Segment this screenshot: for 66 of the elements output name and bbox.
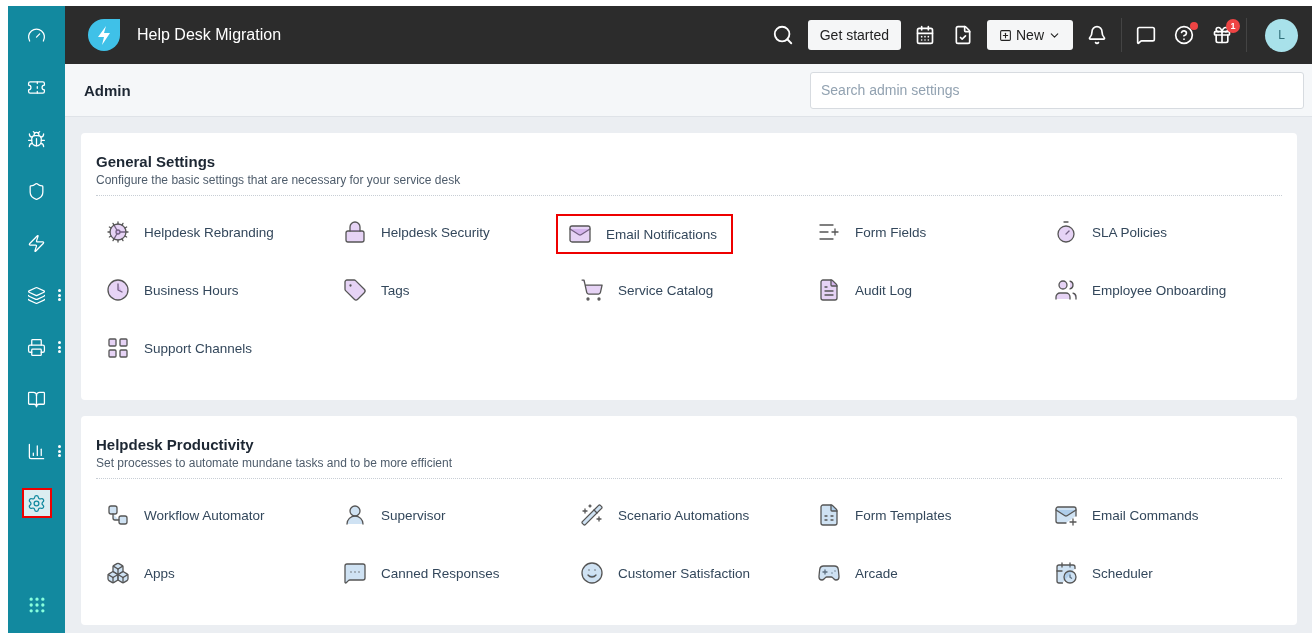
settings-link[interactable]: Helpdesk Rebranding xyxy=(96,214,274,250)
settings-link[interactable]: Service Catalog xyxy=(570,272,714,308)
section-subtitle: Configure the basic settings that are necessary for your service desk xyxy=(96,173,1282,196)
document-icon xyxy=(817,278,841,302)
section-subtitle: Set processes to automate mundane tasks and to be more efficient xyxy=(96,456,1282,479)
lock-icon xyxy=(343,220,367,244)
notification-badge: 1 xyxy=(1226,19,1240,33)
shield-icon xyxy=(27,181,46,201)
new-button[interactable]: New xyxy=(987,20,1073,50)
gear-icon xyxy=(106,220,130,244)
more-icon[interactable] xyxy=(58,289,61,301)
window-grid-icon xyxy=(106,336,130,360)
settings-link[interactable]: Scheduler xyxy=(1044,555,1153,591)
settings-link[interactable]: Customer Satisfaction xyxy=(570,555,751,591)
section-title: General Settings xyxy=(96,153,217,170)
app-title: Help Desk Migration xyxy=(137,26,283,44)
workflow-icon xyxy=(106,503,130,527)
printer-icon xyxy=(27,337,46,357)
settings-link[interactable]: Email Notifications xyxy=(556,214,734,254)
settings-link[interactable]: Helpdesk Security xyxy=(333,214,490,250)
settings-link[interactable]: Arcade xyxy=(807,555,898,591)
settings-link[interactable]: Support Channels xyxy=(96,330,253,366)
chart-icon xyxy=(27,441,46,461)
layers-icon xyxy=(27,285,46,305)
speech-bubble-icon xyxy=(343,561,367,585)
settings-link[interactable]: Business Hours xyxy=(96,272,239,308)
settings-link[interactable]: Workflow Automator xyxy=(96,497,265,533)
book-icon xyxy=(27,389,46,409)
cubes-icon xyxy=(106,561,130,585)
settings-link[interactable]: Canned Responses xyxy=(333,555,500,591)
sidebar-item[interactable] xyxy=(21,488,52,518)
settings-link[interactable]: Form Templates xyxy=(807,497,952,533)
smiley-icon xyxy=(580,561,604,585)
settings-link[interactable]: Email Commands xyxy=(1044,497,1199,533)
settings-icon xyxy=(27,493,46,513)
logo-icon xyxy=(87,18,121,52)
more-icon[interactable] xyxy=(58,341,61,353)
people-icon xyxy=(1054,278,1078,302)
settings-link[interactable]: Scenario Automations xyxy=(570,497,750,533)
settings-link[interactable]: Apps xyxy=(96,555,175,591)
get-started-button[interactable]: Get started xyxy=(807,20,901,50)
calendar-icon xyxy=(1054,561,1078,585)
envelope-icon xyxy=(1054,503,1078,527)
search-field[interactable]: Search admin settings xyxy=(810,71,1304,109)
settings-link[interactable]: Form Fields xyxy=(807,214,927,250)
wand-icon xyxy=(580,503,604,527)
tag-icon xyxy=(343,278,367,302)
bug-icon xyxy=(27,129,46,149)
bolt-icon xyxy=(27,233,46,253)
cart-icon xyxy=(580,278,604,302)
plus-icon xyxy=(999,28,1012,42)
person-icon xyxy=(343,503,367,527)
envelope-icon xyxy=(568,222,592,246)
settings-link[interactable]: SLA Policies xyxy=(1044,214,1168,250)
more-icon[interactable] xyxy=(58,445,61,457)
stopwatch-icon xyxy=(1054,220,1078,244)
page-title: Admin xyxy=(84,81,131,99)
form-icon xyxy=(817,503,841,527)
settings-link[interactable]: Audit Log xyxy=(807,272,913,308)
settings-link[interactable]: Tags xyxy=(333,272,410,308)
clock-icon xyxy=(106,278,130,302)
user-avatar[interactable]: L xyxy=(1265,18,1298,52)
settings-link[interactable]: Supervisor xyxy=(333,497,446,533)
section-title: Helpdesk Productivity xyxy=(96,436,255,453)
apps-grid-icon[interactable] xyxy=(27,595,47,615)
settings-link[interactable]: Employee Onboarding xyxy=(1044,272,1227,308)
